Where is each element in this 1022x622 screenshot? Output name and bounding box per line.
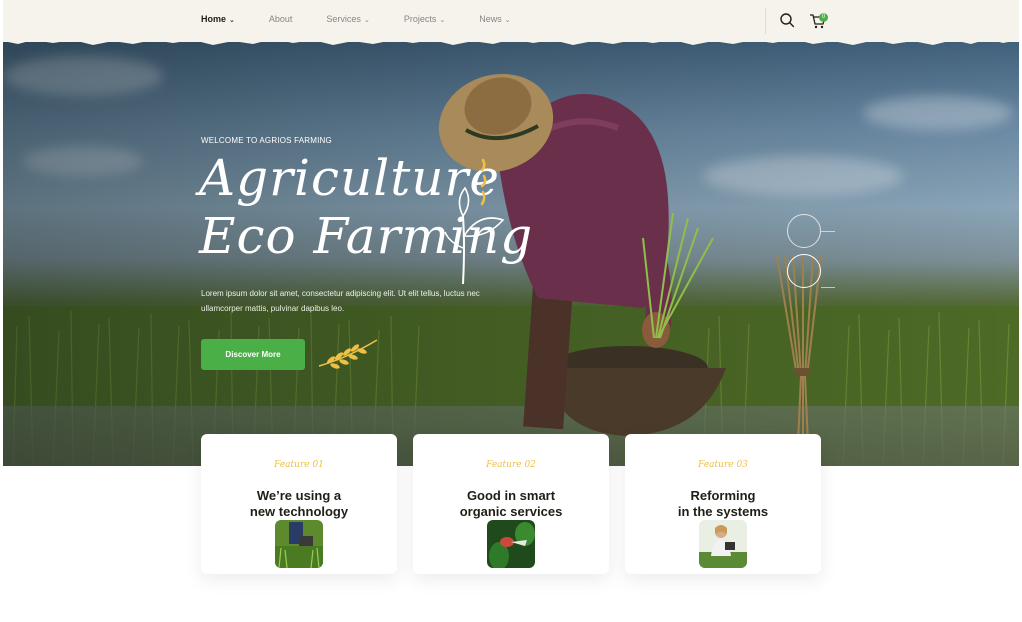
nav-divider <box>765 8 766 34</box>
feature-card[interactable]: Feature 02 Good in smart organic service… <box>413 434 609 574</box>
feature-title: Good in smart organic services <box>459 488 563 519</box>
chevron-down-icon: ⌄ <box>363 17 370 24</box>
top-navbar: Home ⌄ About Services ⌄ Projects ⌄ News … <box>3 0 1019 42</box>
search-icon[interactable] <box>779 12 795 28</box>
feature-eyebrow: Feature 02 <box>486 460 536 470</box>
feature-title: Reforming in the systems <box>677 488 769 519</box>
discover-more-button[interactable]: Discover More <box>201 339 305 370</box>
nav-item-services[interactable]: Services ⌄ <box>326 14 369 24</box>
feature-eyebrow: Feature 03 <box>698 460 748 470</box>
nav-item-label: Projects <box>403 14 437 24</box>
main-menu: Home ⌄ About Services ⌄ Projects ⌄ News … <box>201 14 545 24</box>
nav-item-label: Services <box>326 14 361 24</box>
nav-item-home[interactable]: Home ⌄ <box>201 14 235 24</box>
feature-card[interactable]: Feature 01 We’re using a new technology <box>201 434 397 574</box>
slider-dot-2-active[interactable] <box>787 254 821 288</box>
slider-dot-1[interactable] <box>787 214 821 248</box>
feature-image <box>699 520 747 568</box>
nav-item-projects[interactable]: Projects ⌄ <box>404 14 445 24</box>
nav-item-label: About <box>268 14 293 24</box>
cart-count-badge: 0 <box>819 13 828 22</box>
feature-image <box>275 520 323 568</box>
feature-image <box>487 520 535 568</box>
nav-item-label: News <box>479 14 502 24</box>
chevron-down-icon: ⌄ <box>439 17 446 24</box>
hero-eyebrow: WELCOME TO AGRIOS FARMING <box>201 136 332 145</box>
feature-cards: Feature 01 We’re using a new technology … <box>201 434 821 574</box>
nav-item-news[interactable]: News ⌄ <box>479 14 510 24</box>
feature-eyebrow: Feature 01 <box>274 460 324 470</box>
chevron-down-icon: ⌄ <box>229 17 235 24</box>
feature-card[interactable]: Feature 03 Reforming in the systems <box>625 434 821 574</box>
slider-dot-line <box>821 287 835 288</box>
nav-item-about[interactable]: About <box>269 14 293 24</box>
nav-item-label: Home <box>201 14 227 24</box>
feature-title: We’re using a new technology <box>249 488 349 519</box>
chevron-down-icon: ⌄ <box>504 17 511 24</box>
slider-dot-line <box>821 231 835 232</box>
leaf-sprout-decoration <box>444 186 505 285</box>
hero-slider: WELCOME TO AGRIOS FARMING Agriculture Ec… <box>3 36 1019 466</box>
hero-description: Lorem ipsum dolor sit amet, consectetur … <box>201 289 480 313</box>
wheat-sprig-decoration <box>318 339 378 369</box>
